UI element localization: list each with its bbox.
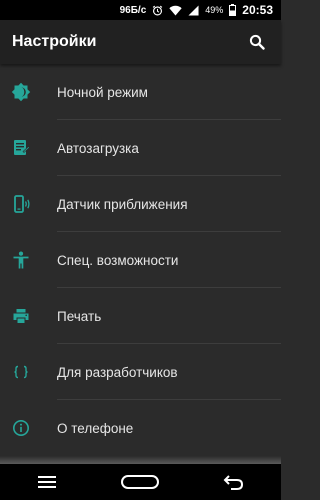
back-icon[interactable] (214, 467, 254, 497)
menu-icon[interactable] (27, 467, 67, 497)
brightness-gear-icon (10, 81, 32, 103)
settings-item-label: Датчик приближения (57, 196, 188, 212)
signal-icon (188, 4, 199, 16)
alarm-icon (152, 5, 163, 16)
settings-item-label: Для разработчиков (57, 364, 178, 380)
proximity-sensor-icon (10, 193, 32, 215)
wifi-icon (169, 5, 182, 16)
info-icon (10, 417, 32, 439)
settings-item-proximity-sensor[interactable]: Датчик приближения (0, 176, 281, 232)
settings-item-label: Ночной режим (57, 84, 148, 100)
settings-item-label: О телефоне (57, 420, 134, 436)
search-icon[interactable] (245, 30, 269, 54)
settings-item-label: Автозагрузка (57, 140, 139, 156)
battery-icon (229, 4, 237, 16)
network-speed: 96Б/с (119, 4, 147, 16)
battery-percent: 49% (205, 5, 224, 15)
settings-item-accessibility[interactable]: Спец. возможности (0, 232, 281, 288)
printer-icon (10, 305, 32, 327)
app-bar: Настройки (0, 20, 281, 64)
developer-braces-icon (10, 361, 32, 383)
autostart-list-icon (10, 137, 32, 159)
home-icon[interactable] (120, 467, 160, 497)
accessibility-icon (10, 249, 32, 271)
page-title: Настройки (12, 33, 97, 50)
settings-item-night-mode[interactable]: Ночной режим (0, 64, 281, 120)
settings-item-printing[interactable]: Печать (0, 288, 281, 344)
settings-item-label: Печать (57, 308, 102, 324)
settings-item-about-phone[interactable]: О телефоне (0, 400, 281, 456)
navigation-bar (0, 464, 281, 500)
settings-item-developer[interactable]: Для разработчиков (0, 344, 281, 400)
settings-item-label: Спец. возможности (57, 252, 179, 268)
status-bar: 96Б/с 49% 20:53 (0, 0, 281, 20)
scroll-edge (0, 456, 281, 464)
settings-item-autostart[interactable]: Автозагрузка (0, 120, 281, 176)
settings-list: Ночной режим Автозагрузка Датчик приближ… (0, 64, 281, 456)
clock: 20:53 (242, 3, 273, 17)
